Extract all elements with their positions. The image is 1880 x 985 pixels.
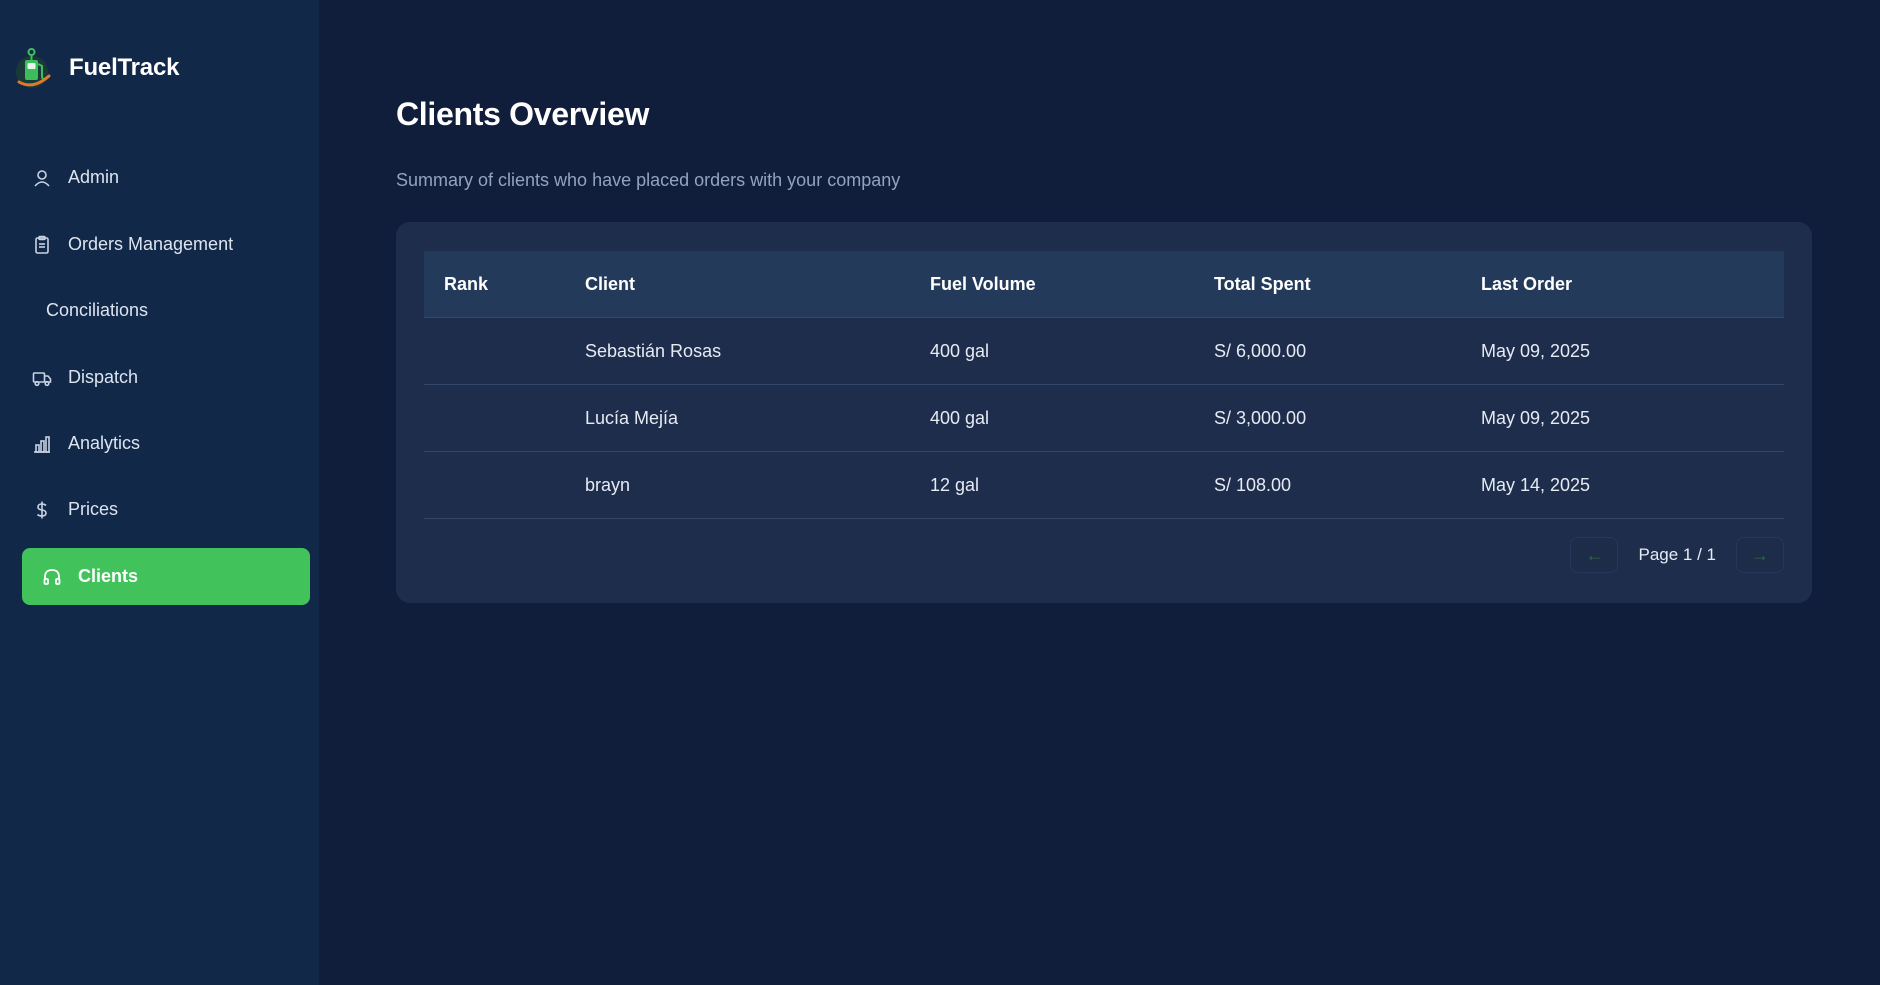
clients-table: Rank Client Fuel Volume Total Spent Last…: [424, 251, 1784, 519]
header-last-order[interactable]: Last Order: [1481, 274, 1784, 295]
page-subtitle: Summary of clients who have placed order…: [396, 170, 901, 190]
sidebar-item-dispatch[interactable]: Dispatch: [22, 349, 310, 406]
cell-fuel-volume: 400 gal: [930, 340, 990, 361]
header-rank[interactable]: Rank: [424, 274, 585, 295]
sidebar-item-clients[interactable]: Clients: [22, 548, 310, 605]
cell-fuel-volume: 400 gal: [930, 407, 990, 428]
dollar-icon: [32, 500, 52, 520]
cell-total-spent: S/ 6,000.00: [1214, 340, 1307, 361]
cell-client: brayn: [585, 474, 631, 495]
prev-page-button[interactable]: ←: [1570, 537, 1619, 573]
sidebar-item-label: Conciliations: [46, 300, 149, 320]
headphones-icon: [42, 567, 62, 587]
table-row[interactable]: Lucía Mejía 400 gal S/ 3,000.00 May 09, …: [424, 385, 1784, 452]
brand[interactable]: FuelTrack: [13, 44, 179, 92]
main-content: Clients Overview Summary of clients who …: [319, 0, 1880, 985]
clipboard-icon: [32, 235, 52, 255]
truck-icon: [32, 368, 52, 388]
sidebar-item-admin[interactable]: Admin: [22, 149, 310, 206]
sidebar-item-label: Admin: [68, 167, 120, 187]
clients-card: Rank Client Fuel Volume Total Spent Last…: [396, 222, 1812, 603]
brand-name: FuelTrack: [69, 54, 180, 81]
cell-fuel-volume: 12 gal: [930, 474, 980, 495]
sidebar-item-analytics[interactable]: Analytics: [22, 415, 310, 472]
page-indicator: Page 1 / 1: [1638, 545, 1716, 564]
sidebar-item-orders-management[interactable]: Orders Management: [22, 216, 310, 273]
cell-last-order: May 09, 2025: [1481, 340, 1591, 361]
cell-last-order: May 09, 2025: [1481, 407, 1591, 428]
table-header: Rank Client Fuel Volume Total Spent Last…: [424, 251, 1784, 318]
sidebar-item-conciliations[interactable]: Conciliations: [22, 282, 310, 339]
sidebar-item-label: Prices: [68, 499, 119, 519]
sidebar-item-label: Analytics: [68, 433, 141, 453]
cell-client: Lucía Mejía: [585, 407, 679, 428]
cell-client: Sebastián Rosas: [585, 340, 722, 361]
cell-last-order: May 14, 2025: [1481, 474, 1591, 495]
cell-total-spent: S/ 3,000.00: [1214, 407, 1307, 428]
sidebar-item-label: Orders Management: [68, 234, 234, 254]
next-page-button[interactable]: →: [1736, 537, 1784, 573]
cell-total-spent: S/ 108.00: [1214, 474, 1292, 495]
arrow-left-icon: ←: [1585, 544, 1604, 565]
header-total-spent[interactable]: Total Spent: [1214, 274, 1481, 295]
user-icon: [32, 168, 52, 188]
arrow-right-icon: →: [1751, 544, 1769, 565]
app-root: FuelTrack Admin Orders Management Concil…: [0, 0, 1880, 985]
fuel-pump-logo-icon: [16, 48, 51, 88]
pagination: ← Page 1 / 1 →: [1570, 537, 1784, 573]
page-title: Clients Overview: [396, 96, 650, 132]
sidebar-item-prices[interactable]: Prices: [22, 481, 310, 538]
sidebar-item-label: Dispatch: [68, 367, 139, 387]
table-row[interactable]: brayn 12 gal S/ 108.00 May 14, 2025: [424, 452, 1784, 519]
sidebar: FuelTrack Admin Orders Management Concil…: [0, 0, 319, 985]
header-client[interactable]: Client: [585, 274, 930, 295]
table-row[interactable]: Sebastián Rosas 400 gal S/ 6,000.00 May …: [424, 318, 1784, 385]
bar-chart-icon: [32, 434, 52, 454]
sidebar-item-label: Clients: [78, 566, 139, 586]
header-fuel-volume[interactable]: Fuel Volume: [930, 274, 1214, 295]
